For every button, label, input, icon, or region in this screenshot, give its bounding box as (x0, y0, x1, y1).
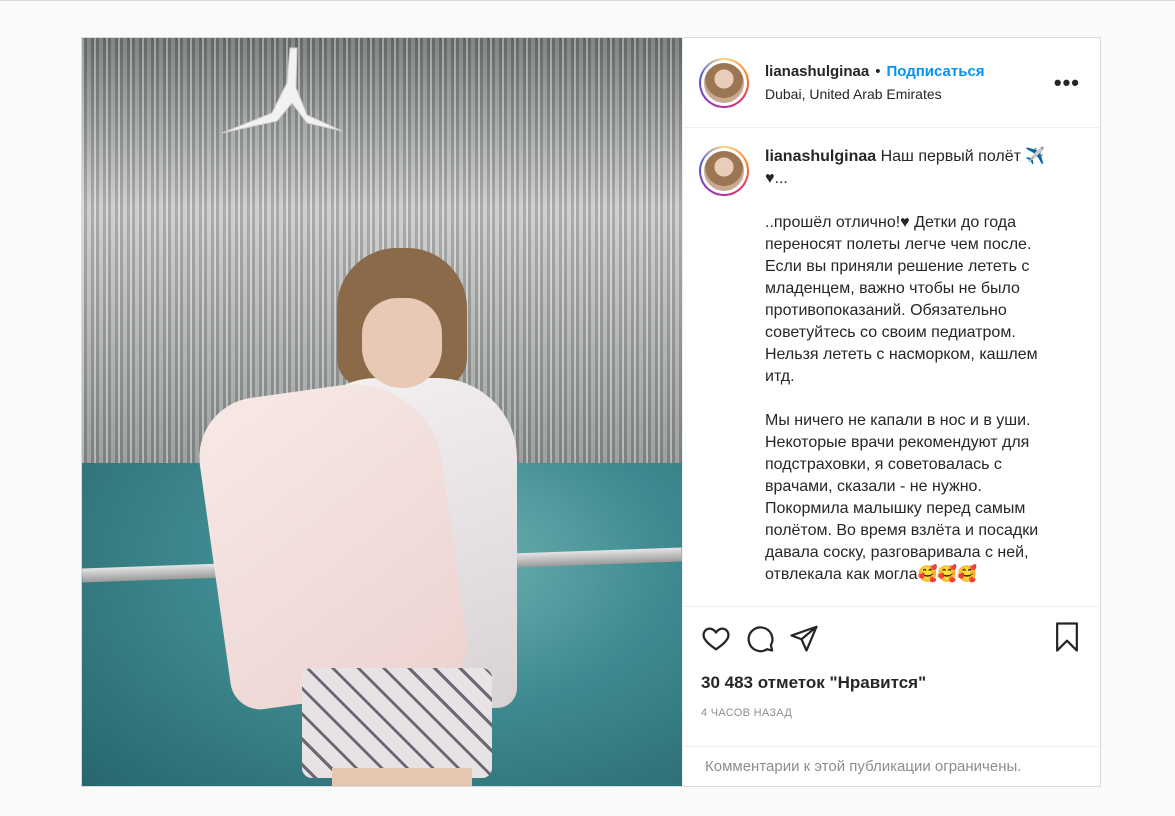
post-header: lianashulginaa • Подписаться Dubai, Unit… (683, 38, 1100, 128)
avatar-image (704, 62, 744, 103)
post-photo[interactable] (82, 38, 682, 786)
woman-face (362, 298, 442, 388)
post-timestamp[interactable]: 4 ЧАСОВ НАЗАД (701, 707, 1082, 719)
avatar[interactable] (699, 57, 749, 108)
caption-paragraph: ..прошёл отлично!♥ Детки до года перенос… (765, 214, 1043, 385)
likes-count[interactable]: 30 483 отметок "Нравится" (701, 673, 1082, 693)
action-bar: 30 483 отметок "Нравится" 4 ЧАСОВ НАЗАД (683, 606, 1100, 746)
legs (332, 768, 472, 786)
side-panel: lianashulginaa • Подписаться Dubai, Unit… (682, 38, 1100, 786)
caption-username[interactable]: lianashulginaa (765, 148, 876, 165)
caption-area[interactable]: lianashulginaa Наш первый полёт ✈️♥... .… (683, 128, 1100, 606)
bookmark-icon[interactable] (1052, 621, 1082, 653)
heart-icon[interactable] (701, 623, 731, 653)
separator-dot: • (875, 63, 881, 80)
comments-disabled-notice: Комментарии к этой публикации ограничены… (683, 746, 1100, 786)
share-icon[interactable] (789, 623, 819, 653)
follow-button[interactable]: Подписаться (886, 63, 984, 80)
top-divider (0, 0, 1175, 1)
comment-icon[interactable] (745, 623, 775, 653)
more-options-icon[interactable]: ••• (1054, 70, 1080, 96)
caption-avatar[interactable] (699, 146, 749, 196)
post-modal: lianashulginaa • Подписаться Dubai, Unit… (81, 37, 1101, 787)
diver-statue (221, 47, 343, 134)
location-link[interactable]: Dubai, United Arab Emirates (765, 86, 1054, 102)
header-text: lianashulginaa • Подписаться Dubai, Unit… (765, 63, 1054, 102)
caption-paragraph: Мы ничего не капали в нос и в уши. Некот… (765, 412, 1043, 583)
floral-shorts (302, 668, 492, 778)
caption-text: lianashulginaa Наш первый полёт ✈️♥... .… (765, 146, 1065, 606)
username-link[interactable]: lianashulginaa (765, 63, 869, 80)
